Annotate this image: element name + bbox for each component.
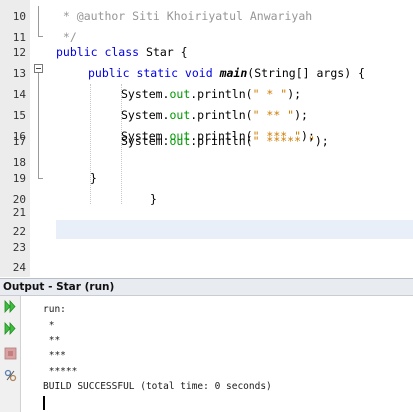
code-line-14: 14 System.out.println(" * "); [0, 84, 413, 105]
line-number: 17 [12, 135, 26, 148]
console-line: ***** [43, 366, 78, 377]
line-number: 14 [12, 88, 26, 101]
method-name: main [219, 66, 248, 80]
output-console[interactable]: run: * ** *** ***** BUILD SUCCESSFUL (to… [21, 296, 413, 412]
output-title: Output - Star (run) [3, 281, 115, 293]
line-number: 10 [12, 10, 26, 23]
statement-end: ); [287, 87, 302, 101]
string-literal: " * " [252, 87, 288, 101]
text-caret [43, 396, 45, 410]
console-line: *** [43, 350, 66, 361]
rerun-with-params-icon[interactable] [4, 322, 17, 335]
field-ref: out [169, 87, 191, 101]
println-statement: System.out.println(" ** "); [121, 105, 308, 126]
method-call: .println( [190, 108, 253, 122]
console-line: ** [43, 335, 61, 346]
stop-icon[interactable] [4, 347, 17, 360]
code-line-12: 12 public class Star { [0, 42, 413, 63]
build-status-text: BUILD SUCCESSFUL (total time: 0 seconds) [43, 381, 272, 392]
string-literal: " ** " [252, 108, 295, 122]
method-close-brace: } [90, 171, 97, 185]
code-line-13: 13 public static void main(String[] args… [0, 63, 413, 84]
code-line-15: 15 System.out.println(" ** "); [0, 105, 413, 126]
line-number: 24 [12, 261, 26, 274]
class-name: Star { [139, 45, 188, 59]
console-line: * [43, 320, 55, 331]
class-ref: System. [121, 134, 170, 148]
field-ref: out [169, 134, 191, 148]
output-tab[interactable]: Output - Star (run) [0, 278, 413, 296]
code-line-19: 19 } [0, 168, 413, 189]
code-line-17: 17 System.out.println(" ***** "); [0, 131, 413, 152]
string-literal: " ***** " [252, 134, 315, 148]
class-ref: System. [121, 108, 170, 122]
keyword: public static void [88, 66, 213, 80]
console-line: run: [43, 304, 66, 315]
keyword: public class [56, 45, 140, 59]
line-number: 19 [12, 172, 26, 185]
code-line-10: 10 * @author Siti Khoiriyatul Anwariyah [0, 6, 413, 27]
method-params: (String[] args) { [247, 66, 365, 80]
class-declaration: public class Star { [56, 42, 188, 63]
code-line-24: 24 [0, 257, 413, 277]
line-number: 23 [12, 241, 26, 254]
statement-end: ); [314, 134, 329, 148]
statement-end: ); [294, 108, 308, 122]
method-call: .println( [190, 87, 253, 101]
method-declaration: public static void main(String[] args) { [88, 63, 365, 84]
code-line-23: 23 [0, 237, 413, 258]
line-number: 12 [12, 46, 26, 59]
settings-icon[interactable] [4, 369, 17, 382]
line-number: 13 [12, 67, 26, 80]
println-statement: System.out.println(" * "); [121, 84, 301, 105]
code-line-21: 21 [0, 202, 413, 223]
class-ref: System. [121, 87, 170, 101]
comment-text: * @author Siti Khoiriyatul Anwariyah [56, 9, 313, 23]
rerun-icon[interactable] [4, 300, 17, 313]
code-editor[interactable]: 10 * @author Siti Khoiriyatul Anwariyah … [0, 0, 413, 277]
output-toolbar [0, 296, 21, 412]
field-ref: out [169, 108, 191, 122]
line-number: 21 [12, 206, 26, 219]
println-statement: System.out.println(" ***** "); [121, 131, 329, 152]
method-call: .println( [190, 134, 253, 148]
line-number: 15 [12, 109, 26, 122]
